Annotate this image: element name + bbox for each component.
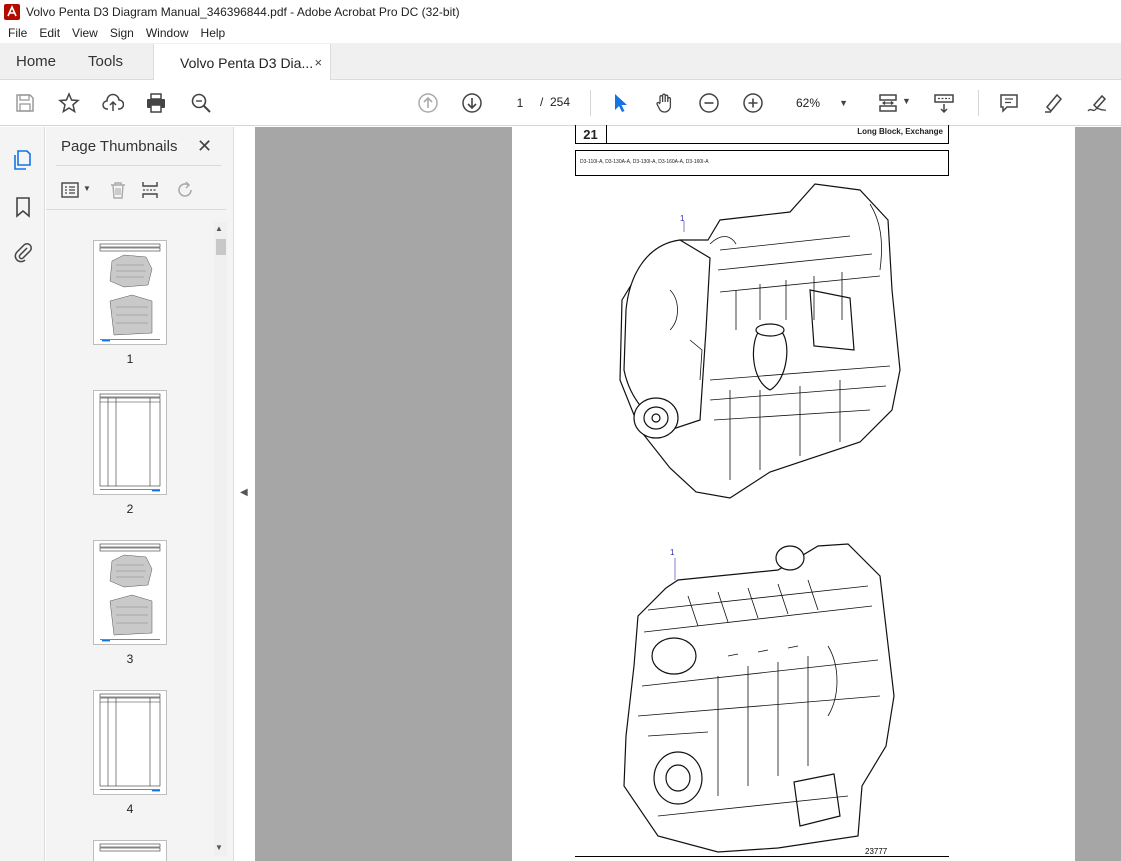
acrobat-app-icon <box>4 3 20 20</box>
scrollbar-thumb[interactable] <box>216 239 226 255</box>
thumbnail-label-1: 1 <box>126 352 134 366</box>
scroll-up-icon[interactable]: ▲ <box>215 224 223 233</box>
panel-tools-divider <box>46 209 226 210</box>
models-list: D3-110I-A, D3-130A-A, D3-130I-A, D3-160A… <box>580 159 709 165</box>
delete-pages-icon[interactable] <box>106 177 140 203</box>
menu-window[interactable]: Window <box>140 26 195 40</box>
previous-page-icon[interactable] <box>416 91 440 115</box>
tab-home[interactable]: Home <box>0 43 72 79</box>
hand-tool-icon[interactable] <box>653 91 677 115</box>
bookmarks-icon[interactable] <box>11 195 35 219</box>
menu-sign[interactable]: Sign <box>104 26 140 40</box>
highlight-pen-icon[interactable] <box>1041 91 1065 115</box>
scroll-mode-icon[interactable] <box>932 91 956 115</box>
panel-close-icon[interactable]: ✕ <box>197 136 212 157</box>
upload-cloud-icon[interactable] <box>101 91 125 115</box>
panel-header-divider <box>56 165 221 166</box>
menu-view[interactable]: View <box>66 26 104 40</box>
print-icon[interactable] <box>144 91 168 115</box>
select-cursor-icon[interactable] <box>608 91 632 115</box>
page-thumbnails-icon[interactable] <box>11 148 35 172</box>
panel-title: Page Thumbnails <box>61 138 178 155</box>
tab-document-label: Volvo Penta D3 Dia... <box>180 54 314 71</box>
thumbnail-list: 1 2 3 4 <box>46 222 214 861</box>
section-number: 21 <box>575 125 607 144</box>
engine-illustration-bottom <box>623 543 895 853</box>
thumbnails-panel: Page Thumbnails ✕ ▼ 1 2 3 4 ▲ ▼ <box>46 127 234 861</box>
zoom-search-icon[interactable] <box>189 91 213 115</box>
thumbnail-options-icon[interactable]: ▼ <box>58 177 94 203</box>
menu-bar: File Edit View Sign Window Help <box>0 23 1121 43</box>
engine-illustration-top <box>619 183 901 499</box>
insert-pages-icon[interactable] <box>140 177 174 203</box>
tab-document[interactable]: Volvo Penta D3 Dia... × <box>153 44 332 81</box>
thumbnail-page-5-partial[interactable] <box>93 840 167 861</box>
page-footer-rule <box>575 856 949 857</box>
fit-page-dropdown-icon[interactable]: ▼ <box>902 96 911 106</box>
page-separator: / <box>540 95 544 109</box>
menu-help[interactable]: Help <box>195 26 232 40</box>
rotate-pages-icon[interactable] <box>174 177 208 203</box>
page-number-input[interactable]: 1 <box>506 90 534 114</box>
bookmark-star-icon[interactable] <box>57 91 81 115</box>
title-bar: Volvo Penta D3 Diagram Manual_346396844.… <box>0 0 1121 23</box>
panel-toolbar: ▼ <box>58 177 208 203</box>
thumbnail-page-1[interactable] <box>93 240 167 345</box>
zoom-level-select[interactable]: 62% ▼ <box>786 90 856 115</box>
comment-icon[interactable] <box>997 91 1021 115</box>
section-title: Long Block, Exchange <box>857 127 943 136</box>
thumbnail-label-3: 3 <box>126 652 134 666</box>
zoom-in-icon[interactable] <box>741 91 765 115</box>
tab-bar: Home Tools Volvo Penta D3 Dia... × <box>0 43 1121 81</box>
toolbar-divider-right <box>978 90 979 116</box>
thumbnail-scrollbar[interactable] <box>214 222 227 856</box>
zoom-out-icon[interactable] <box>697 91 721 115</box>
collapse-panel-icon[interactable]: ◀ <box>240 487 248 498</box>
thumbnail-label-4: 4 <box>126 802 134 816</box>
zoom-dropdown-icon: ▼ <box>839 97 848 108</box>
thumbnail-page-4[interactable] <box>93 690 167 795</box>
figure-number: 23777 <box>865 847 888 856</box>
scroll-down-icon[interactable]: ▼ <box>215 843 223 852</box>
window-title: Volvo Penta D3 Diagram Manual_346396844.… <box>26 4 460 19</box>
fit-page-icon[interactable] <box>876 91 900 115</box>
tab-close-icon[interactable]: × <box>314 55 322 70</box>
sign-pen-icon[interactable] <box>1085 91 1109 115</box>
thumbnail-page-3[interactable] <box>93 540 167 645</box>
page-total: 254 <box>550 95 571 109</box>
menu-file[interactable]: File <box>2 26 33 40</box>
thumbnail-label-2: 2 <box>126 502 134 516</box>
zoom-level-value: 62% <box>796 95 821 110</box>
save-icon[interactable] <box>13 91 37 115</box>
thumbnail-page-2[interactable] <box>93 390 167 495</box>
next-page-icon[interactable] <box>460 91 484 115</box>
toolbar-divider <box>590 90 591 116</box>
navigation-rail <box>0 127 45 861</box>
attachments-icon[interactable] <box>11 240 35 264</box>
tab-tools[interactable]: Tools <box>72 43 139 79</box>
menu-edit[interactable]: Edit <box>33 26 66 40</box>
